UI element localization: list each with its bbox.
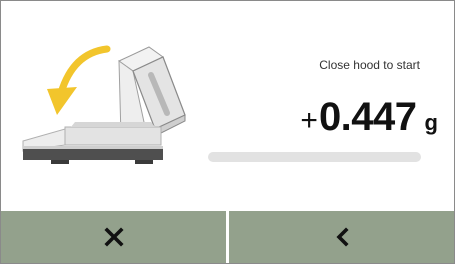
weight-sign: + [300,104,318,137]
weight-value: 0.447 [318,95,417,139]
progress-bar [208,152,421,162]
balance-hood-open-icon [22,45,186,164]
bottom-action-bar [1,211,454,263]
close-icon [103,227,124,247]
weight-readout: + 0.447 g [300,95,438,140]
weight-unit: g [424,110,438,135]
close-hood-illustration [15,41,200,176]
back-button[interactable] [229,211,454,263]
status-message: Close hood to start [319,58,420,72]
chevron-left-icon [335,227,349,247]
weighing-screen: Close hood to start + 0.447 g [0,0,455,264]
cancel-button[interactable] [1,211,226,263]
